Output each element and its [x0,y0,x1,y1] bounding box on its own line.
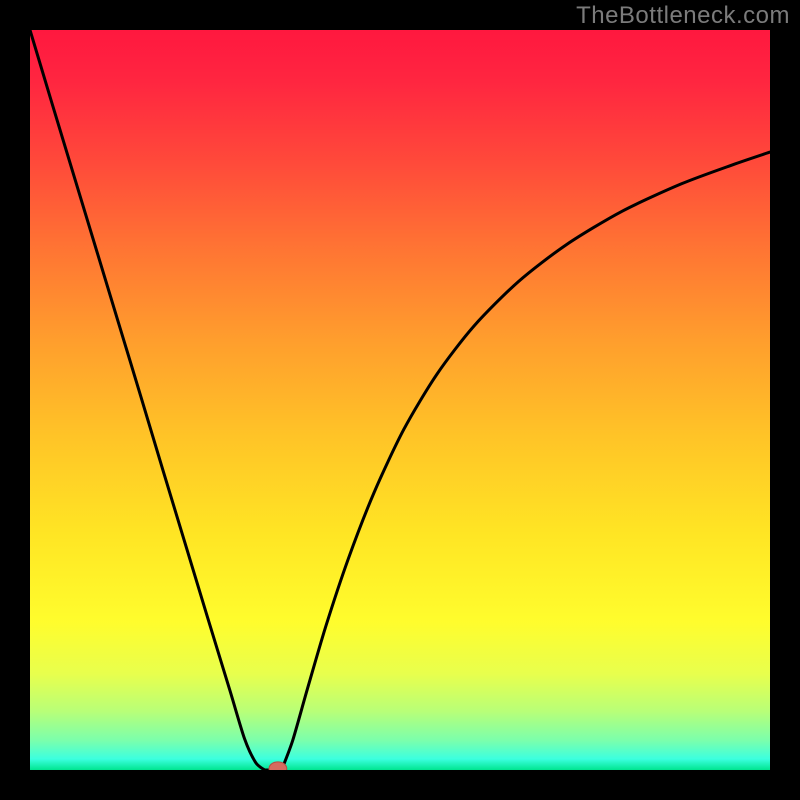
chart-frame: TheBottleneck.com [0,0,800,800]
watermark-text: TheBottleneck.com [576,2,790,30]
plot-area [30,30,770,770]
bottleneck-chart [30,30,770,770]
